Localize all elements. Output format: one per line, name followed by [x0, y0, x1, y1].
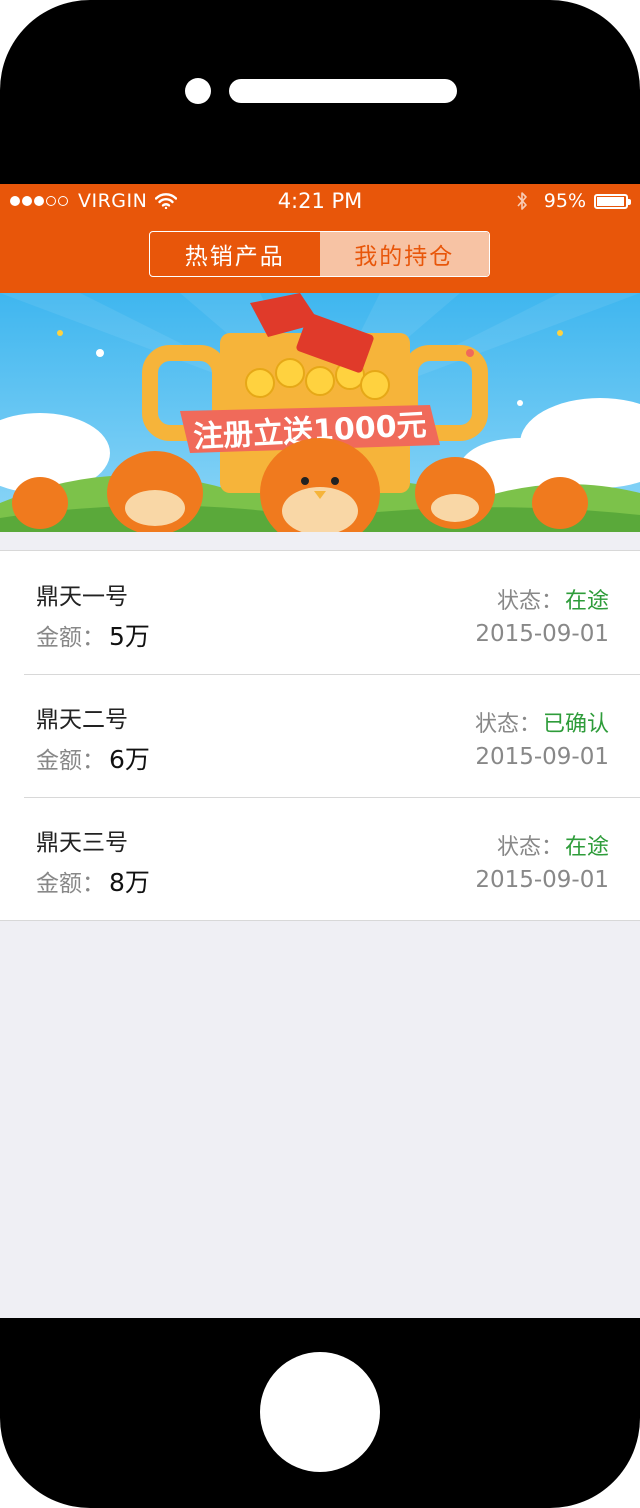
- status-right: 95%: [516, 190, 631, 212]
- tab-my-holdings[interactable]: 我的持仓: [319, 232, 489, 276]
- holding-date: 2015-09-01: [475, 621, 609, 647]
- holding-date: 2015-09-01: [475, 744, 609, 770]
- product-name: 鼎天二号: [36, 707, 128, 733]
- battery-level: [597, 196, 624, 206]
- status-label: 状态：: [496, 589, 563, 614]
- holdings-list: 鼎天一号 金额： 5万 状态： 在途 2015-09-01 鼎天二号 金额： 6…: [0, 550, 640, 921]
- status-label: 状态：: [474, 712, 541, 737]
- amount-group: 金额： 6万: [36, 740, 150, 776]
- amount-group: 金额： 5万: [36, 617, 150, 653]
- product-name: 鼎天一号: [36, 584, 128, 610]
- status-value: 已确认: [542, 712, 609, 737]
- status-bar: VIRGIN 4:21 PM 95%: [0, 184, 640, 220]
- status-group: 状态： 在途: [497, 829, 609, 861]
- amount-label: 金额：: [36, 625, 105, 651]
- amount-value: 8万: [109, 868, 150, 897]
- status-group: 状态： 已确认: [475, 706, 609, 738]
- bluetooth-icon: [517, 192, 527, 210]
- battery-percentage: 95%: [543, 190, 586, 212]
- amount-value: 5万: [109, 622, 150, 651]
- phone-frame: VIRGIN 4:21 PM 95% 热销产品 我的持仓 注册立送1000元 鼎…: [0, 0, 640, 1508]
- status-value: 在途: [564, 589, 609, 614]
- battery-icon: [594, 193, 631, 209]
- status-value: 在途: [564, 835, 609, 860]
- holding-date: 2015-09-01: [475, 867, 609, 893]
- earpiece-speaker: [229, 79, 457, 103]
- amount-label: 金额：: [36, 871, 105, 897]
- amount-label: 金额：: [36, 748, 105, 774]
- home-button[interactable]: [260, 1352, 380, 1472]
- app-screen: VIRGIN 4:21 PM 95% 热销产品 我的持仓 注册立送1000元 鼎…: [0, 184, 640, 1318]
- status-label: 状态：: [496, 835, 563, 860]
- holding-row[interactable]: 鼎天二号 金额： 6万 状态： 已确认 2015-09-01: [0, 674, 640, 797]
- promo-banner[interactable]: 注册立送1000元: [0, 293, 640, 532]
- app-header: VIRGIN 4:21 PM 95% 热销产品 我的持仓: [0, 184, 640, 293]
- battery-terminal: [628, 198, 631, 205]
- status-group: 状态： 在途: [497, 583, 609, 615]
- tab-switcher: 热销产品 我的持仓: [149, 231, 490, 277]
- front-camera: [185, 78, 211, 104]
- product-name: 鼎天三号: [36, 830, 128, 856]
- holding-row[interactable]: 鼎天一号 金额： 5万 状态： 在途 2015-09-01: [0, 551, 640, 674]
- holding-row[interactable]: 鼎天三号 金额： 8万 状态： 在途 2015-09-01: [0, 797, 640, 920]
- amount-group: 金额： 8万: [36, 863, 150, 899]
- tab-hot-products[interactable]: 热销产品: [150, 232, 320, 276]
- promo-banner-illustration: 注册立送1000元: [0, 293, 640, 532]
- amount-value: 6万: [109, 745, 150, 774]
